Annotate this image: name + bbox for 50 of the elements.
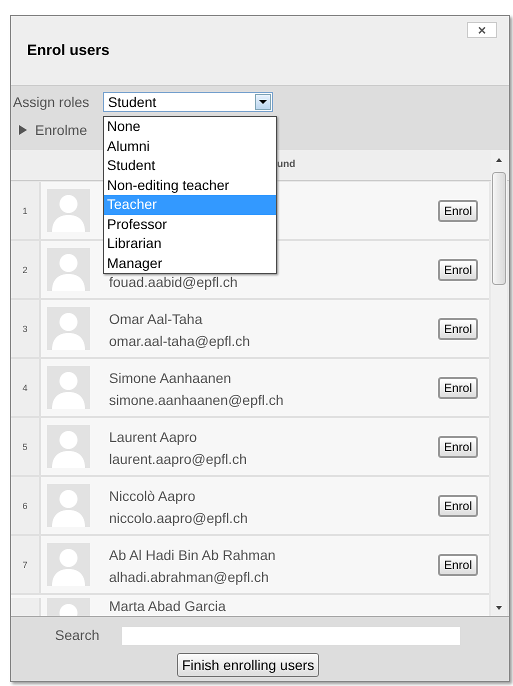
assign-roles-label: Assign roles — [13, 94, 90, 110]
row-number: 1 — [11, 182, 41, 239]
role-option[interactable]: Student — [104, 156, 276, 176]
role-option[interactable]: Librarian — [104, 234, 276, 254]
role-option[interactable]: Alumni — [104, 136, 276, 156]
user-name: Marta Abad Garcia — [109, 598, 227, 616]
user-name: Omar Aal-Taha — [109, 311, 204, 329]
finish-enrolling-button[interactable]: Finish enrolling users — [177, 653, 320, 677]
search-label: Search — [55, 627, 100, 643]
role-option[interactable]: Non-editing teacher — [104, 176, 276, 195]
dialog-title: Enrol users — [27, 42, 110, 59]
role-select[interactable]: Student — [103, 92, 273, 112]
list-header-text: und — [277, 159, 296, 170]
avatar-silhouette-icon — [47, 189, 90, 232]
role-option[interactable]: Professor — [104, 214, 276, 234]
user-name: Ab Al Hadi Bin Ab Rahman — [109, 547, 277, 565]
role-option[interactable]: Manager — [104, 254, 276, 273]
user-email: alhadi.abrahman@epfl.ch — [109, 569, 270, 587]
avatar-silhouette-icon — [47, 543, 90, 586]
enrol-button[interactable]: Enrol — [438, 494, 478, 516]
row-number: 5 — [11, 418, 41, 475]
row-number: 2 — [11, 241, 41, 298]
avatar-silhouette-icon — [47, 248, 90, 291]
avatar-silhouette-icon — [47, 484, 90, 527]
search-field[interactable] — [121, 626, 461, 646]
user-email: omar.aal-taha@epfl.ch — [109, 333, 252, 351]
enrol-button[interactable]: Enrol — [438, 376, 478, 398]
user-name: Laurent Aapro — [109, 429, 198, 447]
enrol-button[interactable]: Enrol — [438, 318, 478, 340]
enrol-button[interactable]: Enrol — [438, 200, 478, 222]
avatar-silhouette-icon — [47, 366, 90, 409]
avatar-silhouette-icon — [47, 307, 90, 350]
row-number: 6 — [11, 477, 41, 534]
row-number: 4 — [11, 359, 41, 416]
user-name: Niccolò Aapro — [109, 488, 196, 506]
user-email: simone.aanhaanen@epfl.ch — [109, 392, 285, 410]
row-number: 3 — [11, 300, 41, 357]
enrol-button[interactable]: Enrol — [438, 258, 478, 280]
user-email: fouad.aabid@epfl.ch — [109, 274, 239, 292]
user-email: niccolo.aapro@epfl.ch — [109, 510, 249, 528]
user-name: Simone Aanhaanen — [109, 370, 232, 388]
role-option[interactable]: None — [104, 117, 276, 136]
enrolment-options-label[interactable]: Enrolme — [35, 122, 88, 138]
expand-triangle-icon[interactable] — [19, 125, 27, 135]
row-number: 7 — [11, 536, 41, 593]
user-email: laurent.aapro@epfl.ch — [109, 451, 248, 469]
avatar-silhouette-icon — [47, 425, 90, 468]
enrol-button[interactable]: Enrol — [438, 554, 478, 576]
enrol-button[interactable]: Enrol — [438, 436, 478, 458]
close-button[interactable]: × — [467, 22, 497, 38]
